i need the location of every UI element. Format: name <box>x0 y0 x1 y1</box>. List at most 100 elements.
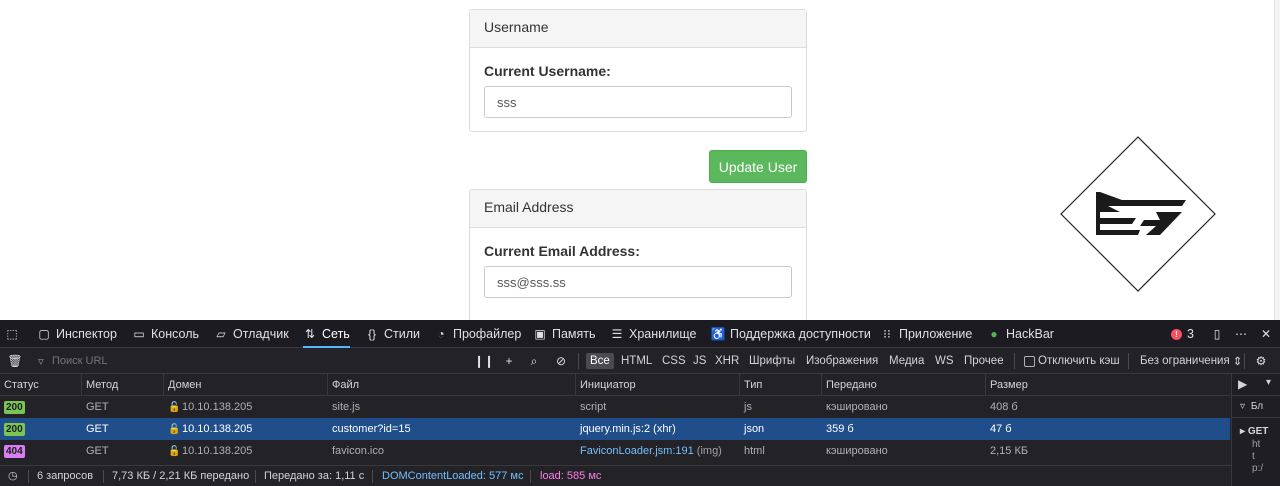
request-details-sidebar: ▶ ▾ ▿ Бл ▸ GET ht t p:/ <box>1231 374 1280 486</box>
type-filter-label: Шрифты <box>749 355 796 367</box>
clear-log-button[interactable]: 🗑 <box>7 348 22 374</box>
type-filter-css[interactable]: CSS <box>658 348 690 374</box>
status-badge: 404 <box>4 445 25 458</box>
performance-button[interactable]: ◷ <box>8 466 18 486</box>
tab-label: Инспектор <box>56 327 117 341</box>
devtools-menu-button[interactable]: ⋯ <box>1234 320 1248 348</box>
error-icon: ! <box>1171 328 1182 340</box>
file-cell: site.js <box>332 401 361 413</box>
transferred-cell: кэшировано <box>826 401 888 413</box>
username-panel-heading: Username <box>470 10 806 48</box>
update-user-button[interactable]: Update User <box>709 150 807 183</box>
insecure-lock-icon: 🔓 <box>168 402 181 413</box>
initiator-cell[interactable]: FaviconLoader.jsm:191 (img) <box>576 440 722 462</box>
type-filter-label: XHR <box>715 355 740 367</box>
column-transferred[interactable]: Передано <box>822 374 986 396</box>
type-cell: json <box>744 423 765 435</box>
type-filter-fonts[interactable]: Шрифты <box>745 348 799 374</box>
username-input[interactable] <box>484 86 792 118</box>
tab-application[interactable]: ⁝⁝ Приложение <box>880 320 972 348</box>
tab-network[interactable]: ⇅ Сеть <box>303 320 350 348</box>
requests-count: 6 запросов <box>37 470 94 482</box>
sidebar-request: ▸ GET <box>1240 426 1269 437</box>
stopwatch-icon: ◷ <box>8 470 18 482</box>
page-scrollbar[interactable] <box>1274 0 1280 320</box>
filter-url-input[interactable] <box>38 353 438 369</box>
toggle-sidebar-icon[interactable]: ▶ <box>1238 377 1247 391</box>
search-button[interactable]: ⌕ <box>527 348 541 374</box>
devtools-panel: ⬚ ▢ Инспектор ▭ Консоль ▱ Отладчик ⇅ Сеть {}… <box>0 320 1280 486</box>
type-filter-js[interactable]: JS <box>689 348 710 374</box>
column-initiator[interactable]: Инициатор <box>576 374 740 396</box>
current-email-label: Current Email Address: <box>484 243 640 259</box>
file-cell: customer?id=15 <box>332 423 411 435</box>
insecure-lock-icon: 🔓 <box>168 424 181 435</box>
type-filter-other[interactable]: Прочее <box>960 348 1008 374</box>
hackbar-icon: ● <box>990 327 998 341</box>
email-panel: Email Address Current Email Address: <box>469 189 807 320</box>
domain-cell: 🔓 10.10.138.205 <box>164 440 252 462</box>
tab-label: Приложение <box>899 327 973 341</box>
tab-hackbar[interactable]: ● HackBar <box>987 320 1054 348</box>
type-filter-label: Все <box>586 353 614 369</box>
load-time: load: 585 мс <box>540 470 602 482</box>
tab-styles[interactable]: {} Стили <box>365 320 420 348</box>
table-row[interactable]: 404 GET 🔓 10.10.138.205 favicon.ico Favic… <box>0 440 1230 462</box>
network-settings-button[interactable]: ⚙ <box>1254 348 1268 374</box>
tab-label: Память <box>552 327 596 341</box>
type-cell: js <box>744 401 752 413</box>
column-size[interactable]: Размер <box>986 374 1230 396</box>
type-cell: html <box>744 445 765 457</box>
throttling-select[interactable]: Без ограничения ⇕ <box>1140 348 1242 374</box>
column-file[interactable]: Файл <box>328 374 576 396</box>
chevron-down-icon[interactable]: ▾ <box>1266 377 1271 388</box>
domain-cell: 🔓 10.10.138.205 <box>164 396 252 418</box>
tab-console[interactable]: ▭ Консоль <box>132 320 199 348</box>
table-row[interactable]: 200 GET 🔓 10.10.138.205 customer?id=15 jq… <box>0 418 1230 440</box>
pause-button[interactable]: ❙❙ <box>474 348 494 374</box>
table-row[interactable]: 200 GET 🔓 10.10.138.205 site.js script js… <box>0 396 1230 418</box>
method-cell: GET <box>86 401 109 413</box>
email-input[interactable] <box>484 266 792 298</box>
tab-accessibility[interactable]: ♿ Поддержка доступности <box>711 320 871 348</box>
responsive-icon: ▯ <box>1213 327 1221 341</box>
sidebar-url-line: t <box>1252 451 1255 462</box>
styles-icon: {} <box>367 327 376 341</box>
type-filter-html[interactable]: HTML <box>617 348 656 374</box>
column-method[interactable]: Метод <box>82 374 164 396</box>
profiler-icon: ◔ <box>437 327 445 341</box>
sidebar-request-label: GET <box>1247 426 1269 437</box>
block-button[interactable]: ⊘ <box>554 348 568 374</box>
pick-element-button[interactable]: ⬚ <box>5 320 19 348</box>
tab-memory[interactable]: ▣ Память <box>533 320 596 348</box>
transferred-cell: 359 б <box>826 423 854 435</box>
tab-profiler[interactable]: ◔ Профайлер <box>434 320 521 348</box>
type-filter-media[interactable]: Медиа <box>885 348 928 374</box>
add-button[interactable]: + <box>502 348 516 374</box>
column-domain[interactable]: Домен <box>164 374 328 396</box>
column-type[interactable]: Тип <box>740 374 822 396</box>
size-cell: 408 б <box>990 401 1018 413</box>
initiator-link[interactable]: FaviconLoader.jsm:191 <box>580 445 694 457</box>
type-filter-all[interactable]: Все <box>586 348 614 374</box>
close-devtools-button[interactable]: ✕ <box>1259 320 1273 348</box>
tab-debugger[interactable]: ▱ Отладчик <box>214 320 288 348</box>
type-filter-label: Изображения <box>806 355 879 367</box>
column-status[interactable]: Статус <box>0 374 82 396</box>
block-icon: ⊘ <box>555 354 567 368</box>
method-cell: GET <box>86 445 109 457</box>
tab-storage[interactable]: ☰ Хранилище <box>610 320 697 348</box>
sidebar-filter[interactable]: ▿ Бл <box>1232 396 1280 418</box>
size-cell: 47 б <box>990 423 1012 435</box>
initiator-cell[interactable]: jquery.min.js:2 (xhr) <box>576 418 676 440</box>
type-filter-xhr[interactable]: XHR <box>711 348 743 374</box>
pick-element-icon: ⬚ <box>6 327 18 341</box>
responsive-design-button[interactable]: ▯ <box>1210 320 1224 348</box>
type-filter-ws[interactable]: WS <box>931 348 958 374</box>
type-filter-images[interactable]: Изображения <box>802 348 882 374</box>
network-filterbar: 🗑 ▿ ❙❙ + ⌕ ⊘ Все HTML CSS JS XHR Шрифты … <box>0 348 1280 374</box>
error-count-indicator[interactable]: ! 3 <box>1171 320 1194 348</box>
tab-inspector[interactable]: ▢ Инспектор <box>37 320 117 348</box>
search-icon: ⌕ <box>530 353 538 368</box>
disable-cache-checkbox[interactable]: Отключить кэш <box>1024 348 1120 374</box>
